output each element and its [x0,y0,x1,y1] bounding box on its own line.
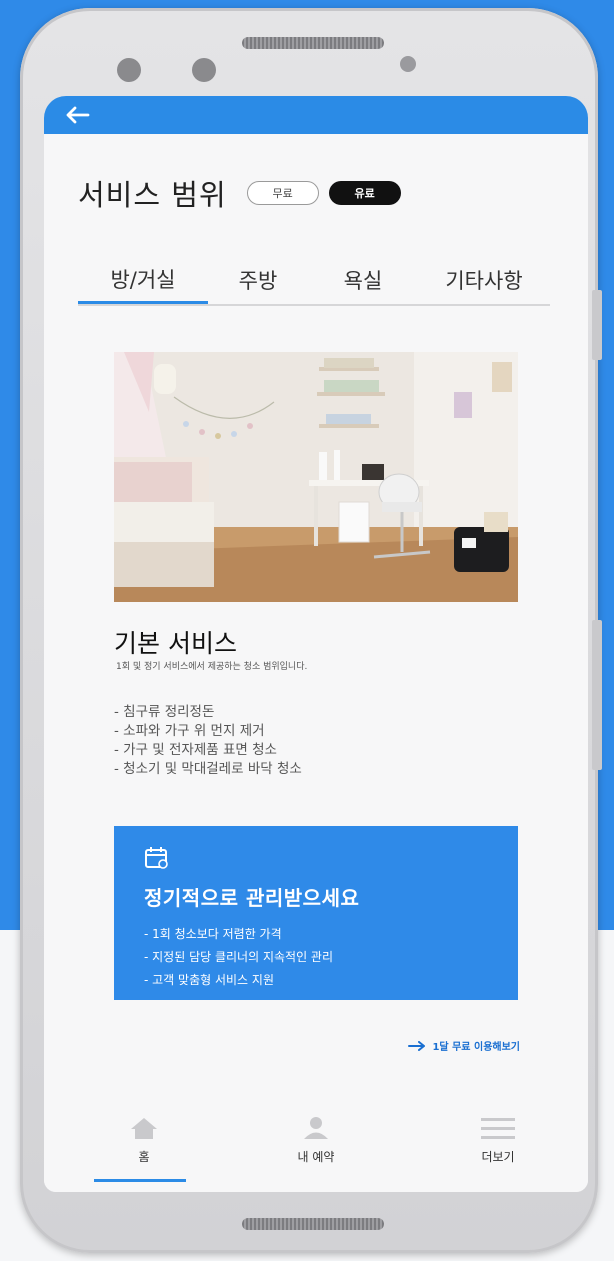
nav-home[interactable]: 홈 [94,1116,194,1165]
list-item: - 가구 및 전자제품 표면 청소 [114,742,277,758]
calendar-icon [145,847,168,869]
basic-service-title: 기본 서비스 [114,629,237,658]
nav-booking-label: 내 예약 [297,1150,335,1164]
free-badge-button[interactable]: 무료 [246,181,319,205]
home-icon [131,1118,157,1139]
list-item: - 고객 맞춤형 서비스 지원 [144,973,274,987]
list-item: - 청소기 및 막대걸레로 바닥 청소 [114,761,302,777]
menu-icon [481,1118,515,1139]
page-title: 서비스 범위 [78,178,227,212]
phone-speaker [242,37,384,49]
free-trial-label: 1달 무료 이용해보기 [432,1042,520,1053]
nav-more-label: 더보기 [481,1150,515,1164]
tab-others[interactable]: 기타사항 [418,256,550,304]
tab-room-living[interactable]: 방/거실 [78,256,208,304]
tab-kitchen[interactable]: 주방 [208,256,308,304]
list-item: - 침구류 정리정돈 [114,704,215,720]
nav-more[interactable]: 더보기 [448,1116,548,1165]
tab-bathroom[interactable]: 욕실 [308,256,418,304]
arrow-left-icon[interactable] [64,105,90,125]
nav-my-booking[interactable]: 내 예약 [266,1116,366,1165]
arrow-right-icon [408,1040,426,1051]
paid-badge-button[interactable]: 유료 [328,181,401,205]
bottom-navigation: 홈 내 예약 더보기 [44,1096,588,1192]
person-icon [304,1117,328,1139]
promo-title: 정기적으로 관리받으세요 [144,886,360,910]
list-item: - 소파와 가구 위 먼지 제거 [114,723,265,739]
top-bar [44,96,588,134]
phone-camera [192,58,216,82]
app-screen: 서비스 범위 무료 유료 방/거실 주방 욕실 기타사항 기본 서비스 1회 및… [44,96,588,1192]
promo-benefit-list: - 1회 청소보다 저렴한 가격 - 지정된 담당 클리너의 지속적인 관리 -… [144,923,488,992]
subscription-promo-card[interactable]: 정기적으로 관리받으세요 - 1회 청소보다 저렴한 가격 - 지정된 담당 클… [114,826,518,1000]
room-photo [114,352,518,602]
title-row: 서비스 범위 무료 유료 [78,172,401,214]
phone-volume-button [592,620,602,770]
list-item: - 지정된 담당 클리너의 지속적인 관리 [144,950,334,964]
phone-sensor-small [400,56,416,72]
nav-home-label: 홈 [138,1150,150,1164]
phone-sensor [117,58,141,82]
phone-side-button [592,290,602,360]
basic-service-subtitle: 1회 및 정기 서비스에서 제공하는 청소 범위입니다. [116,662,308,672]
basic-service-list: - 침구류 정리정돈 - 소파와 가구 위 먼지 제거 - 가구 및 전자제품 … [114,703,302,779]
list-item: - 1회 청소보다 저렴한 가격 [144,927,282,941]
category-tabs: 방/거실 주방 욕실 기타사항 [78,256,550,306]
free-trial-link[interactable]: 1달 무료 이용해보기 [408,1038,520,1053]
phone-bottom-speaker [242,1218,384,1230]
active-tab-indicator [94,1179,186,1182]
